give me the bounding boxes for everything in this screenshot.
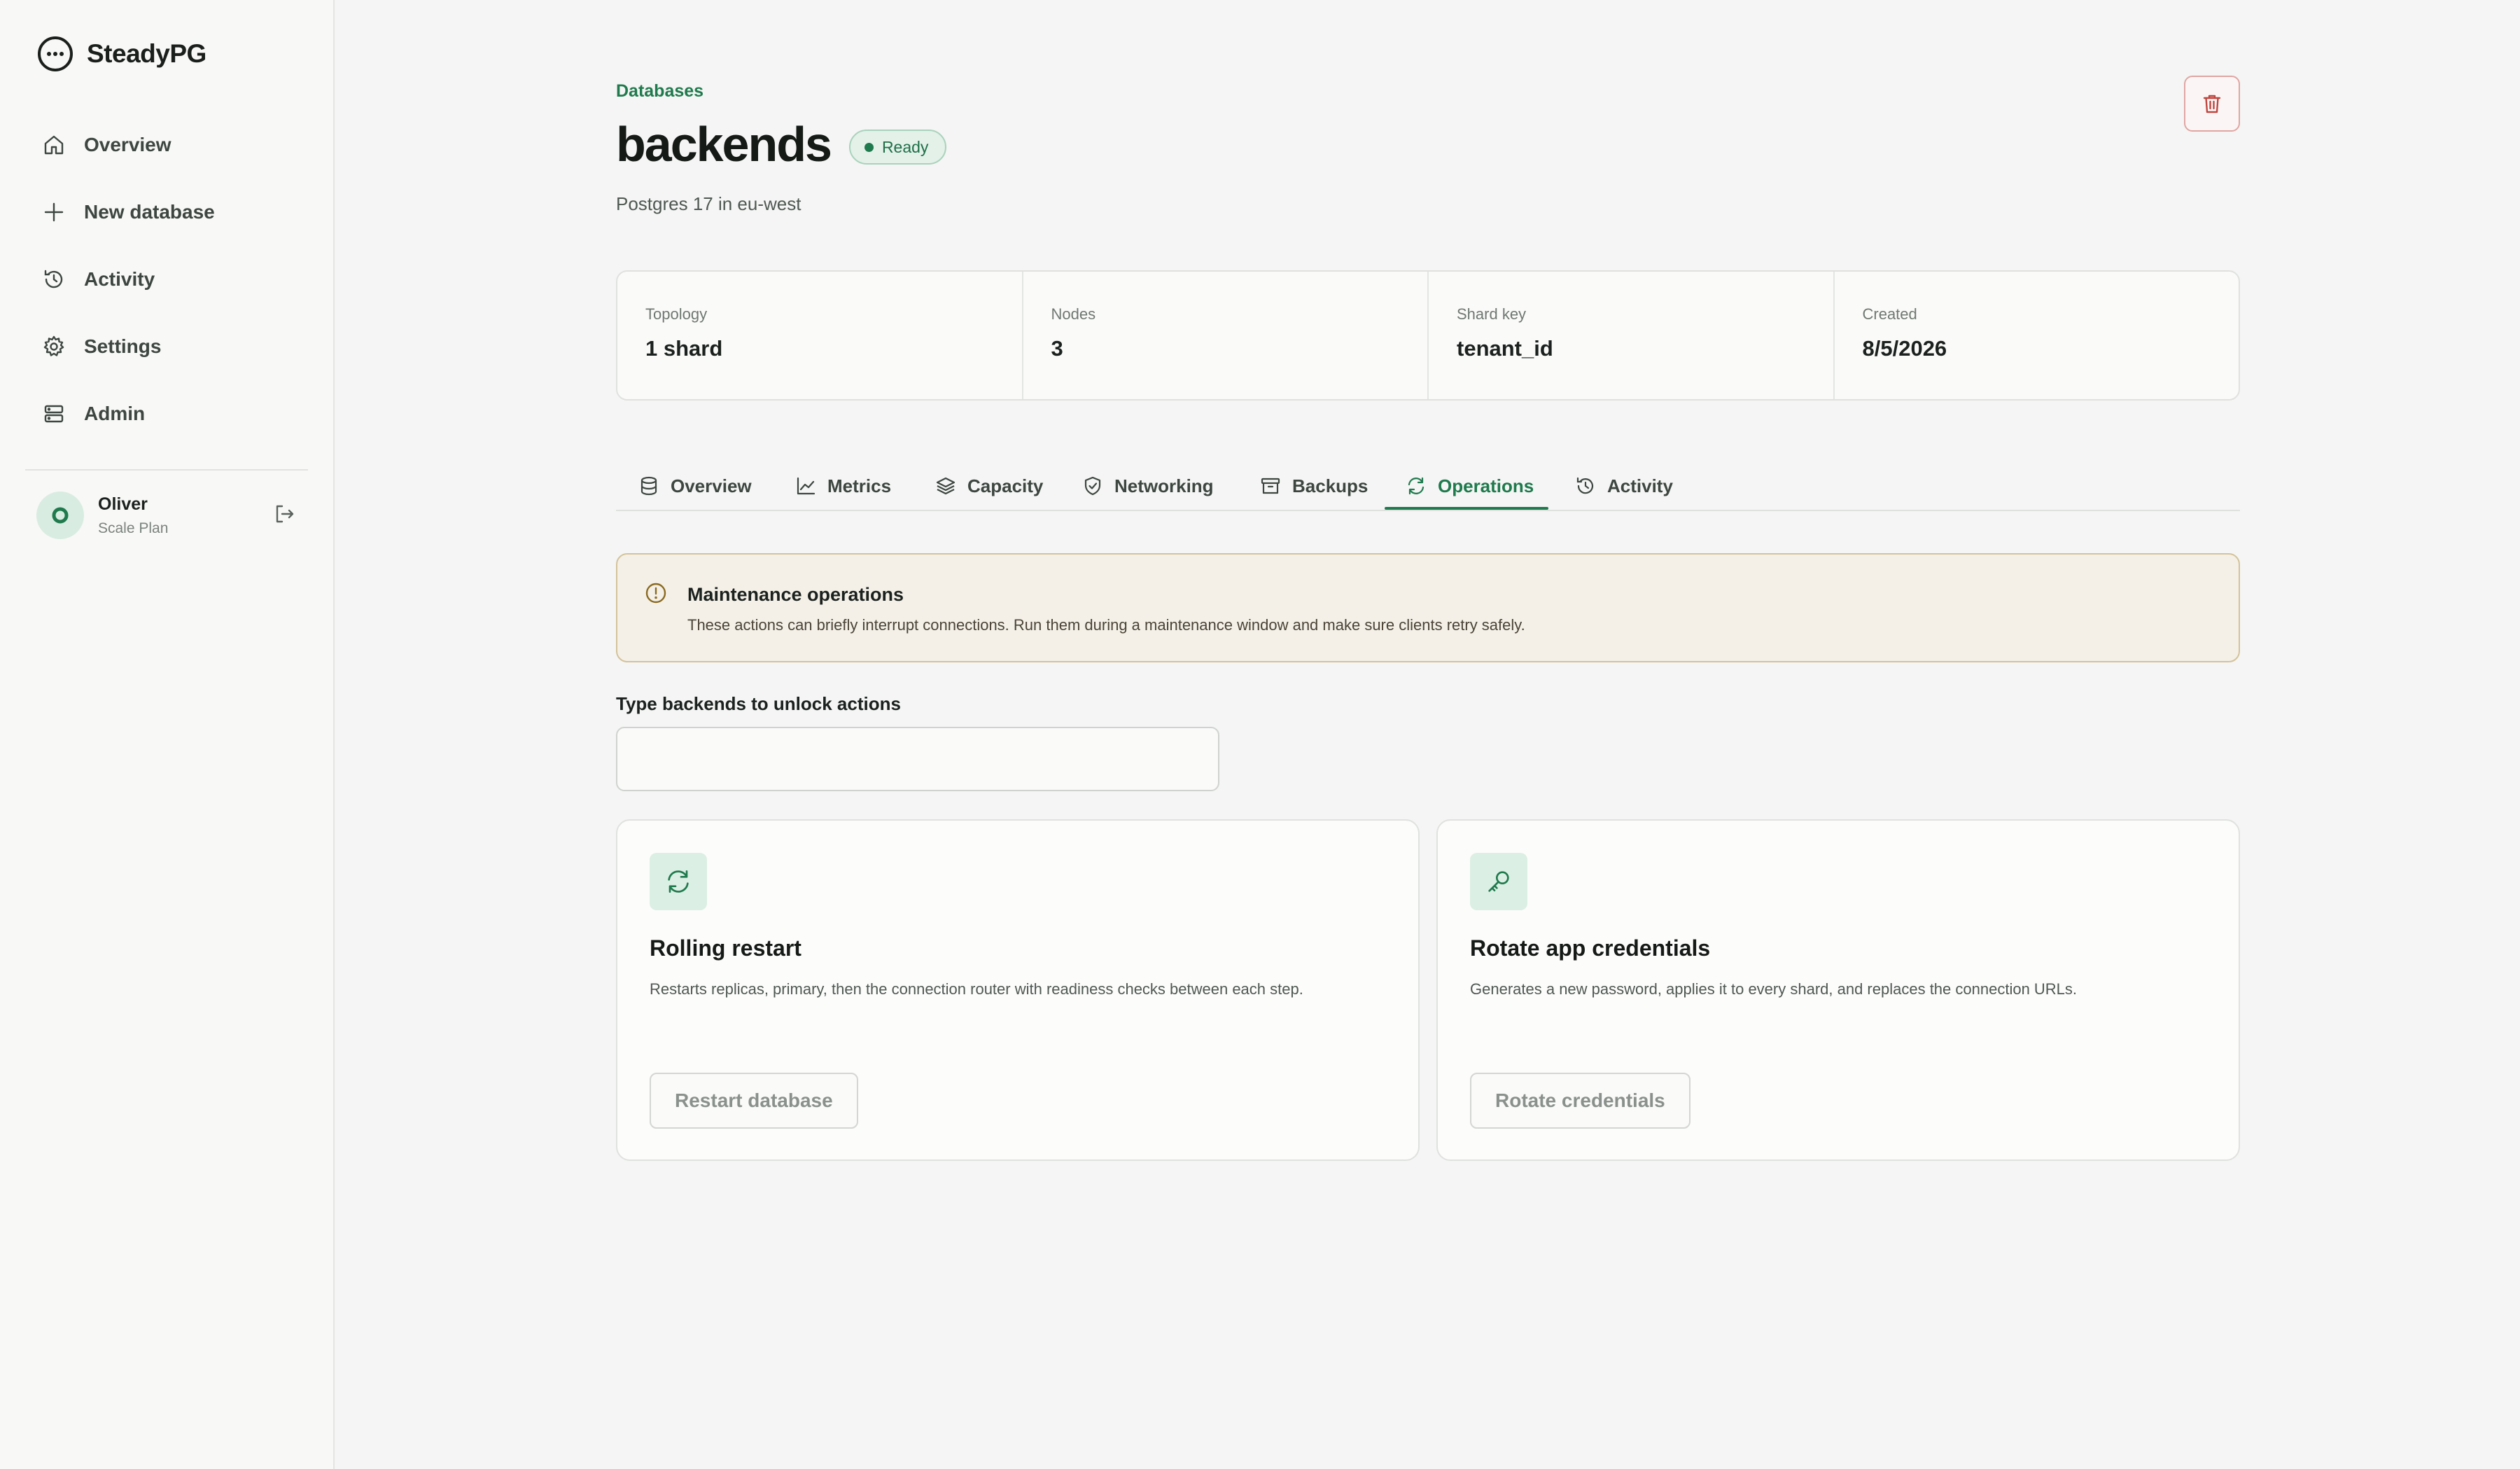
layers-icon	[935, 475, 956, 496]
logo-icon	[36, 35, 74, 73]
tab-label: Capacity	[967, 475, 1044, 496]
tab-overview[interactable]: Overview	[637, 461, 753, 511]
tab-capacity[interactable]: Capacity	[934, 461, 1044, 511]
breadcrumb[interactable]: Databases	[616, 81, 704, 102]
stat-nodes: Nodes 3	[1023, 272, 1429, 399]
active-tab-indicator	[1385, 507, 1548, 510]
tab-label: Metrics	[827, 475, 892, 496]
history-icon	[1575, 475, 1596, 496]
sidebar-item-label: Settings	[84, 335, 162, 357]
tab-label: Networking	[1114, 475, 1214, 496]
maintenance-alert: Maintenance operations These actions can…	[616, 553, 2240, 662]
unlock-confirm-input[interactable]	[616, 727, 1219, 791]
sidebar-item-settings[interactable]: Settings	[25, 321, 308, 373]
sidebar-item-new-database[interactable]: New database	[25, 186, 308, 238]
tab-label: Overview	[671, 475, 752, 496]
trash-icon	[2201, 92, 2223, 115]
status-dot-icon	[864, 142, 874, 152]
sidebar-item-label: New database	[84, 201, 215, 223]
rolling-restart-card: Rolling restart Restarts replicas, prima…	[616, 819, 1420, 1161]
stat-label: Created	[1862, 305, 1917, 323]
sidebar-item-activity[interactable]: Activity	[25, 253, 308, 305]
rotate-credentials-card: Rotate app credentials Generates a new p…	[1436, 819, 2240, 1161]
rotate-credentials-button[interactable]: Rotate credentials	[1470, 1073, 1690, 1129]
home-icon	[42, 133, 66, 157]
sidebar-item-admin[interactable]: Admin	[25, 388, 308, 440]
brand[interactable]: SteadyPG	[36, 35, 206, 73]
tab-label: Activity	[1607, 475, 1673, 496]
logout-icon[interactable]	[272, 501, 297, 527]
refresh-icon	[650, 853, 707, 910]
history-icon	[42, 267, 66, 291]
sidebar-nav: Overview New database Activity Settings …	[25, 119, 308, 455]
title-row: backends Ready	[616, 116, 947, 172]
user-info: Oliver Scale Plan	[98, 494, 168, 537]
sidebar-item-overview[interactable]: Overview	[25, 119, 308, 171]
sidebar-item-label: Overview	[84, 134, 172, 155]
unlock-label: Type backends to unlock actions	[616, 693, 901, 714]
key-icon	[1470, 853, 1527, 910]
page-subtitle: Postgres 17 in eu-west	[616, 193, 802, 214]
restart-database-button[interactable]: Restart database	[650, 1073, 858, 1129]
tab-metrics[interactable]: Metrics	[794, 461, 892, 511]
avatar[interactable]	[36, 492, 84, 539]
tab-label: Backups	[1292, 475, 1368, 496]
alert-text: These actions can briefly interrupt conn…	[687, 616, 1525, 634]
stats-panel: Topology 1 shard Nodes 3 Shard key tenan…	[616, 270, 2240, 401]
database-icon	[638, 475, 659, 496]
sidebar-divider	[25, 469, 308, 471]
stat-value: 3	[1051, 336, 1063, 361]
page-title: backends	[616, 117, 832, 172]
refresh-icon	[1406, 475, 1427, 496]
card-description: Restarts replicas, primary, then the con…	[650, 980, 1303, 998]
user-plan: Scale Plan	[98, 520, 169, 536]
brand-name: SteadyPG	[87, 39, 206, 68]
card-description: Generates a new password, applies it to …	[1470, 980, 2078, 998]
stat-created: Created 8/5/2026	[1835, 272, 2239, 399]
sidebar: SteadyPG Overview New database Activity …	[0, 0, 335, 1469]
stat-label: Nodes	[1051, 305, 1096, 323]
card-title: Rolling restart	[650, 935, 802, 961]
stat-label: Topology	[645, 305, 708, 323]
tab-label: Operations	[1438, 475, 1534, 496]
stat-shard-key: Shard key tenant_id	[1429, 272, 1835, 399]
sidebar-item-label: Activity	[84, 268, 155, 290]
tab-bar: Overview Metrics Capacity Networking Bac…	[616, 448, 2240, 511]
alert-circle-icon	[644, 581, 668, 605]
sidebar-item-label: Admin	[84, 403, 146, 424]
plus-icon	[42, 200, 66, 224]
tab-operations[interactable]: Operations	[1404, 461, 1535, 511]
stat-value: tenant_id	[1457, 336, 1553, 361]
gear-icon	[42, 335, 66, 358]
card-title: Rotate app credentials	[1470, 935, 1711, 961]
archive-icon	[1260, 475, 1281, 496]
stat-value: 1 shard	[645, 336, 723, 361]
stat-value: 8/5/2026	[1862, 336, 1947, 361]
tab-networking[interactable]: Networking	[1081, 461, 1215, 511]
tab-backups[interactable]: Backups	[1259, 461, 1369, 511]
chart-line-icon	[795, 475, 816, 496]
shield-icon	[1082, 475, 1103, 496]
user-name: Oliver	[98, 494, 148, 514]
alert-title: Maintenance operations	[687, 584, 904, 605]
delete-database-button[interactable]	[2184, 76, 2240, 132]
tab-activity[interactable]: Activity	[1574, 461, 1674, 511]
stat-label: Shard key	[1457, 305, 1527, 323]
status-badge: Ready	[848, 130, 947, 165]
stat-topology: Topology 1 shard	[617, 272, 1023, 399]
user-profile: Oliver Scale Plan	[36, 490, 297, 541]
status-text: Ready	[881, 137, 929, 156]
server-icon	[42, 402, 66, 426]
